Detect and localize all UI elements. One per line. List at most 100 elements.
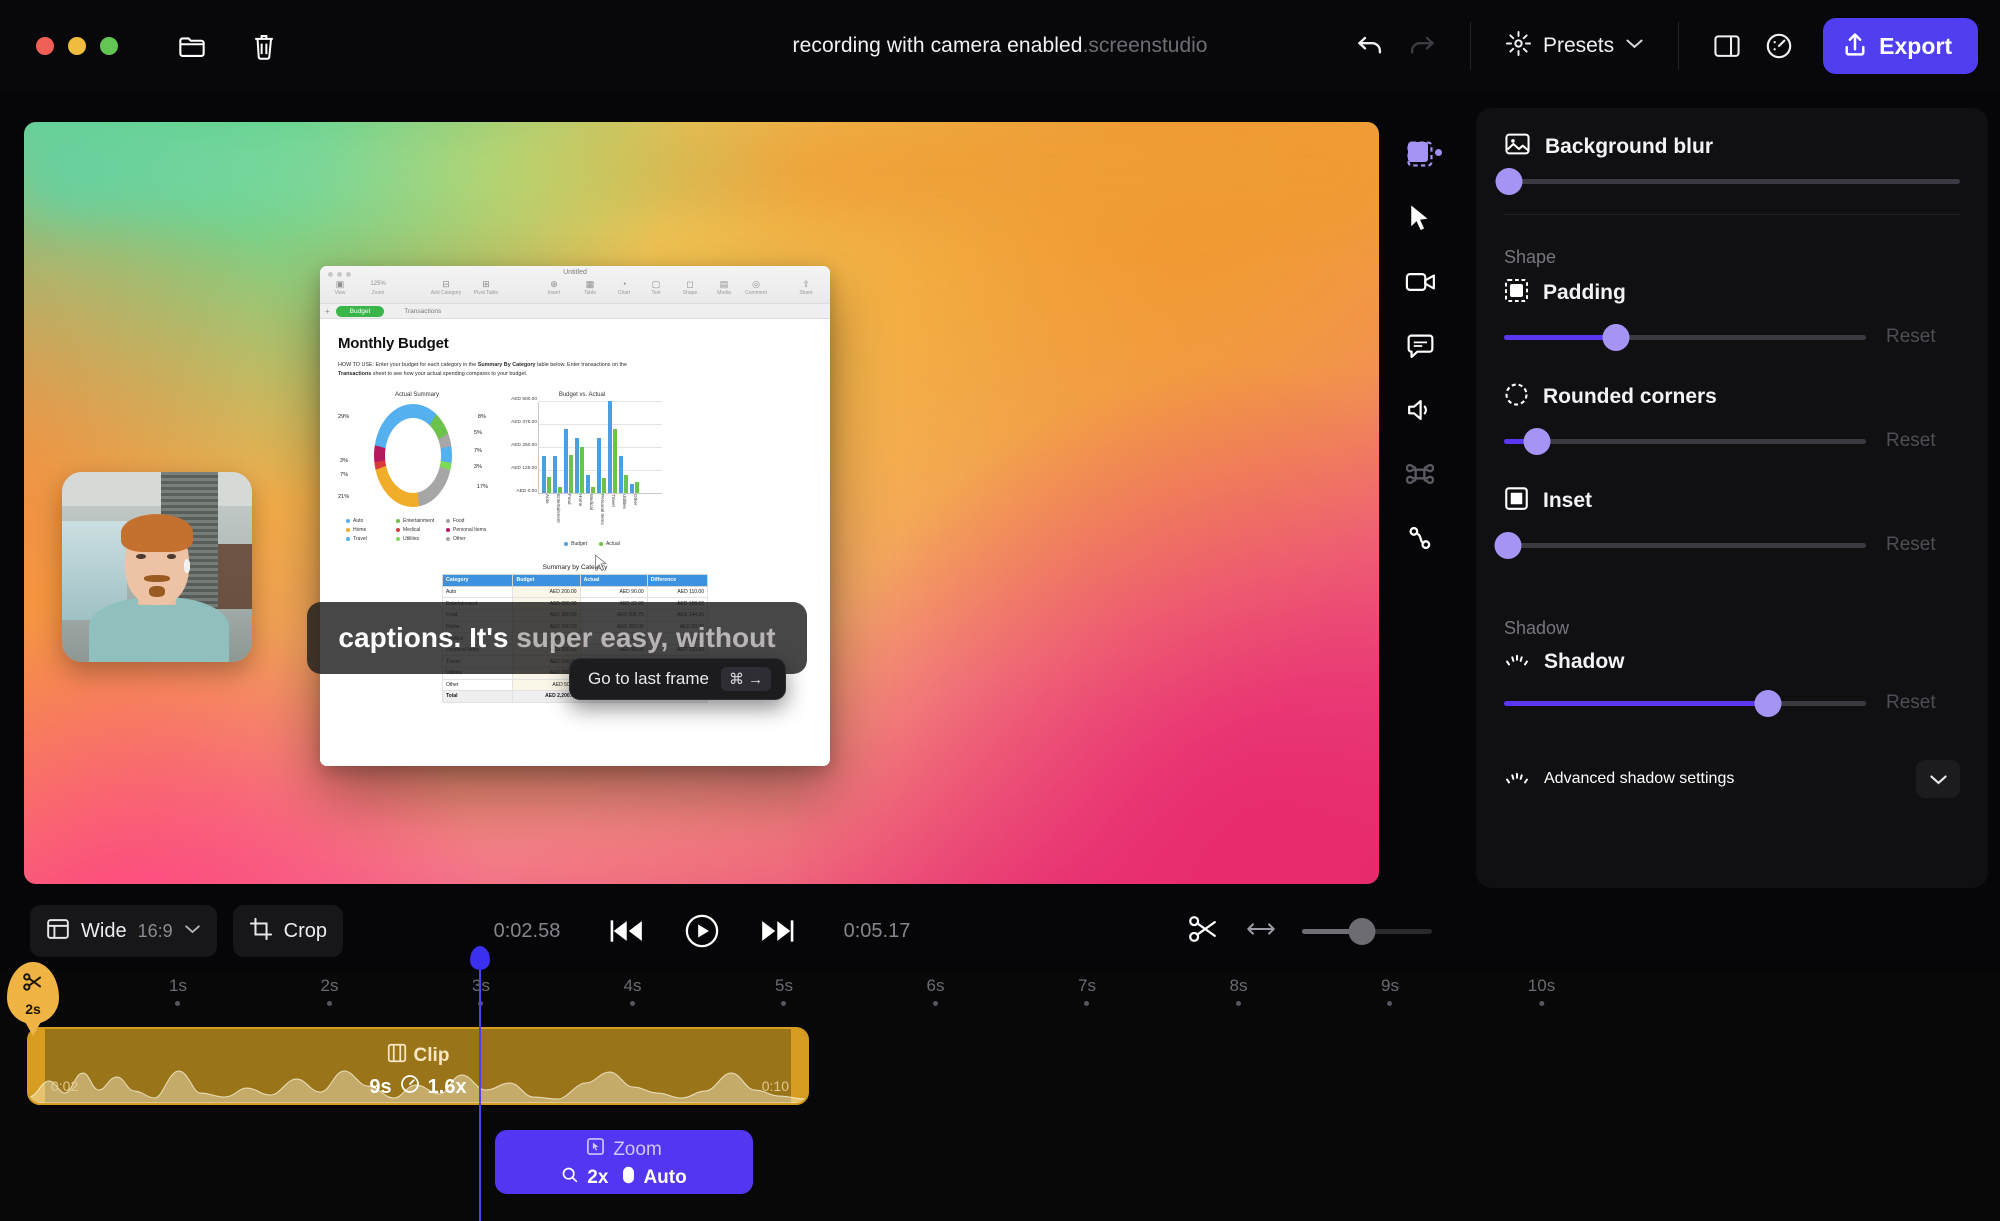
export-button[interactable]: Export [1823, 18, 1978, 74]
rounded-dashed-circle-icon [1504, 382, 1529, 412]
shadow-section-label: Shadow [1504, 618, 1570, 638]
background-blur-label: Background blur [1545, 134, 1714, 158]
pivot-icon: ⊞ [482, 279, 490, 289]
sidebar-icon: ▣ [335, 279, 345, 289]
howto-mid: table below. Enter transactions on the [535, 362, 627, 368]
toolbar-item-chart[interactable]: ◔ Chart [606, 279, 642, 296]
toolbar-item-insert[interactable]: ⊕ Insert [536, 279, 572, 296]
pie-label-3a: 7% [340, 472, 349, 479]
toolbar-item-pivot[interactable]: ⊞ Pivot Table [468, 279, 504, 296]
sheet-tab-transactions[interactable]: Transactions [390, 306, 455, 317]
maximize-window-button[interactable] [100, 37, 118, 55]
toolbar-item-zoom[interactable]: 125% Zoom [360, 279, 396, 296]
timeline-clip[interactable]: Clip 9s 1.6x 0:02 0:10 [27, 1027, 809, 1105]
play-circle-icon[interactable] [679, 908, 725, 954]
bar-group [619, 456, 628, 494]
ruler-tick-dot [1387, 1001, 1393, 1006]
aspect-ratio-selector[interactable]: Wide 16:9 [30, 905, 217, 957]
undo-icon[interactable] [1344, 23, 1396, 69]
clip-duration: 9s [369, 1075, 392, 1098]
aspect-ratio-value: 16:9 [137, 920, 173, 941]
editor-tool-rail [1392, 122, 1448, 762]
preview-canvas[interactable]: Untitled ▣ View 125% Zoom ⊟ Add Category ⊞ P… [24, 122, 1379, 884]
timeline[interactable]: 1s 2s 3s 4s 5s 6s 7s 8s 9s 10s Clip 9s 1… [0, 946, 2000, 1221]
timeline-zoom-slider[interactable] [1302, 917, 1432, 945]
toolbar-item-share[interactable]: ⇧ Share [788, 279, 824, 296]
toolbar-divider-2 [1678, 22, 1680, 70]
rounded-corners-label: Rounded corners [1543, 385, 1717, 408]
toolbar-item-view[interactable]: ▣ View [322, 279, 358, 296]
trash-icon[interactable] [242, 24, 286, 68]
sidebar-item-background[interactable] [1396, 130, 1444, 178]
toolbar-item-text[interactable]: ▢ Text [638, 279, 674, 296]
skip-forward-icon[interactable] [755, 908, 801, 954]
toolbar-item-media[interactable]: ▤ Media [706, 279, 742, 296]
rounded-corners-slider[interactable] [1504, 427, 1866, 455]
legend-item: Home [346, 527, 396, 533]
bar-x-label: Food [567, 494, 572, 505]
sidebar-item-captions[interactable] [1396, 322, 1444, 370]
legend-item-budget: Budget [564, 541, 587, 547]
cell-budget: AED 200.00 [512, 585, 581, 599]
toolbar-item-table[interactable]: ▦ Table [572, 279, 608, 296]
inset-slider[interactable] [1494, 531, 1866, 559]
crop-button[interactable]: Crop [232, 905, 343, 957]
inset-reset-button[interactable]: Reset [1886, 534, 1960, 556]
advanced-shadow-row[interactable]: Advanced shadow settings [1504, 760, 1960, 798]
toolbar-item-shape[interactable]: ◻ Shape [672, 279, 708, 296]
ruler-tick-dot [175, 1001, 181, 1006]
legend-item-actual: Actual [598, 541, 620, 547]
rounded-corners-reset-button[interactable]: Reset [1886, 430, 1960, 452]
shadow-slider[interactable] [1504, 689, 1866, 717]
padding-slider[interactable] [1504, 323, 1866, 351]
scissors-icon-marker [7, 971, 59, 998]
sidebar-item-cursor[interactable] [1396, 194, 1444, 242]
padding-reset-button[interactable]: Reset [1886, 326, 1960, 348]
bar-group [608, 401, 617, 494]
upload-icon [1843, 31, 1867, 62]
sidebar-item-motion[interactable] [1396, 514, 1444, 562]
minimize-window-button[interactable] [68, 37, 86, 55]
legend-item: Entertainment [396, 518, 446, 524]
table-row[interactable]: Auto AED 200.00 AED 90.00 AED 110.00 [441, 585, 709, 599]
skip-back-icon[interactable] [603, 908, 649, 954]
toolbar-item-add-category[interactable]: ⊟ Add Category [428, 279, 464, 296]
scissors-icon[interactable] [1188, 914, 1220, 949]
insert-icon: ⊕ [550, 279, 558, 289]
timeline-playhead[interactable] [470, 946, 490, 1221]
sidebar-item-shortcuts[interactable] [1396, 450, 1444, 498]
background-blur-slider[interactable] [1495, 168, 1960, 195]
bar-group [564, 428, 573, 494]
timeline-cut-marker[interactable]: 2s [7, 962, 59, 1036]
side-panel-icon[interactable] [1701, 23, 1753, 69]
camera-overlay[interactable] [62, 472, 252, 662]
toolbar-item-comment[interactable]: ◎ Comment [738, 279, 774, 296]
sheet-tab-budget[interactable]: Budget [335, 305, 385, 317]
magnifier-icon [561, 1166, 579, 1190]
bar-actual [624, 474, 628, 494]
presets-button[interactable]: Presets [1493, 23, 1656, 69]
bar-x-label: Home [578, 494, 583, 507]
padding-slider-row: Reset [1504, 323, 1960, 351]
table-header-row: Category Budget Actual Difference [441, 573, 709, 587]
sidebar-item-audio[interactable] [1396, 386, 1444, 434]
shadow-reset-button[interactable]: Reset [1886, 692, 1960, 714]
speedometer-icon[interactable] [1753, 23, 1805, 69]
bar-budget [575, 438, 579, 494]
close-window-button[interactable] [36, 37, 54, 55]
ruler-tick-label: 7s [1078, 976, 1096, 995]
redo-icon[interactable] [1396, 23, 1448, 69]
sidebar-item-camera[interactable] [1396, 258, 1444, 306]
cursor-arrow-icon [594, 554, 608, 577]
cell-actual: AED 90.00 [579, 585, 648, 599]
add-sheet-button[interactable]: + [325, 307, 330, 316]
timeline-zoom-effect[interactable]: Zoom 2x Auto [495, 1130, 753, 1194]
title-bar: recording with camera enabled .screenstud… [0, 0, 2000, 92]
arrows-horizontal-icon[interactable] [1246, 919, 1276, 944]
media-icon: ▤ [719, 279, 729, 289]
toolbar-divider [1469, 22, 1471, 70]
advanced-shadow-chevron-down-icon[interactable] [1916, 760, 1960, 798]
tooltip-label: Go to last frame [588, 669, 709, 688]
ruler-tick: 3s [472, 976, 490, 1006]
folder-icon[interactable] [170, 24, 214, 68]
